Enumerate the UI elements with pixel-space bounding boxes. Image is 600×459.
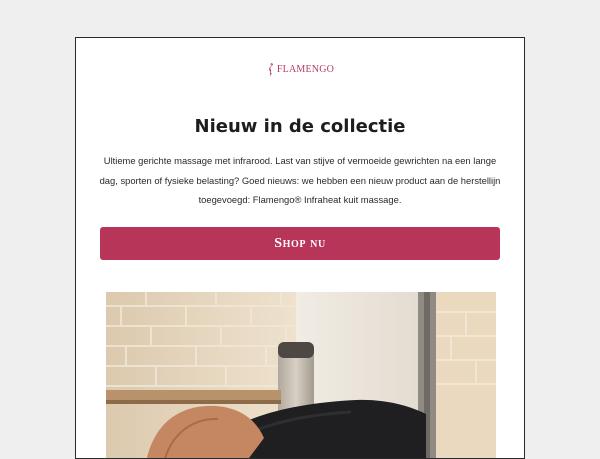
flamingo-icon [266, 62, 275, 76]
shop-now-button-label: Shop nu [274, 236, 326, 252]
brand-logo-text: FLAMENGO [277, 64, 334, 75]
body-text: Ultieme gerichte massage met infrarood. … [96, 151, 504, 210]
hero-product-image[interactable] [106, 292, 496, 459]
brand-logo[interactable]: FLAMENGO [76, 62, 524, 76]
email-card: FLAMENGO Nieuw in de collectie Ultieme g… [75, 37, 525, 459]
headline: Nieuw in de collectie [76, 116, 524, 137]
shop-now-button[interactable]: Shop nu [100, 227, 500, 260]
